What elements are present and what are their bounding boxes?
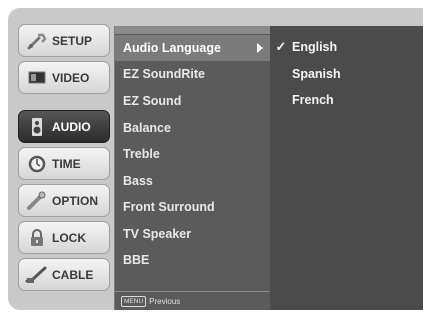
footer-previous-label: Previous xyxy=(149,296,181,306)
category-cable-button[interactable]: CABLE xyxy=(18,258,110,291)
submenu-item-balance[interactable]: Balance xyxy=(115,115,271,141)
submenu-item-treble[interactable]: Treble xyxy=(115,141,271,167)
category-option-button[interactable]: OPTION xyxy=(18,184,110,217)
category-cable-label: CABLE xyxy=(52,267,94,282)
submenu-item-label: BBE xyxy=(123,253,150,267)
monitor-icon xyxy=(25,68,49,88)
submenu-item-ez-sound[interactable]: EZ Sound xyxy=(115,88,271,114)
category-option-label: OPTION xyxy=(52,193,99,208)
submenu-item-label: Audio Language xyxy=(123,41,221,55)
submenu-item-bbe[interactable]: BBE xyxy=(115,247,271,273)
submenu-item-label: TV Speaker xyxy=(123,227,192,241)
submenu-item-label: EZ Sound xyxy=(123,94,182,108)
category-time-label: TIME xyxy=(52,156,81,171)
option-french[interactable]: French xyxy=(270,88,423,112)
submenu-divider xyxy=(115,291,271,292)
wrench-icon xyxy=(25,31,49,51)
option-spanish[interactable]: Spanish xyxy=(270,62,423,86)
category-lock-button[interactable]: LOCK xyxy=(18,221,110,254)
option-label: Spanish xyxy=(292,67,341,81)
option-english[interactable]: ✓ English xyxy=(270,35,423,59)
checkmark-icon: ✓ xyxy=(275,39,287,54)
cable-icon xyxy=(25,265,49,285)
submenu-item-label: Balance xyxy=(123,121,171,135)
option-icon xyxy=(25,191,49,211)
option-label: English xyxy=(292,40,338,54)
footer-hint: MENU Previous xyxy=(121,294,180,308)
arrow-right-icon xyxy=(257,43,263,53)
clock-icon xyxy=(25,154,49,174)
category-lock-label: LOCK xyxy=(52,230,86,245)
category-video-label: VIDEO xyxy=(52,70,90,85)
audio-submenu: Audio Language EZ SoundRite EZ Sound Bal… xyxy=(114,26,271,310)
lock-icon xyxy=(25,228,49,248)
submenu-item-bass[interactable]: Bass xyxy=(115,168,271,194)
submenu-item-audio-language[interactable]: Audio Language xyxy=(115,35,271,61)
category-setup-button[interactable]: SETUP xyxy=(18,24,110,57)
category-audio-button[interactable]: AUDIO xyxy=(18,110,110,143)
category-time-button[interactable]: TIME xyxy=(18,147,110,180)
submenu-item-label: EZ SoundRite xyxy=(123,67,205,81)
category-audio-label: AUDIO xyxy=(52,119,91,134)
submenu-item-ez-soundrite[interactable]: EZ SoundRite xyxy=(115,61,271,87)
category-sidebar: SETUP VIDEO AUDIO TIME OPTION LOCK CABLE xyxy=(18,24,112,305)
speaker-icon xyxy=(25,117,49,137)
submenu-item-tv-speaker[interactable]: TV Speaker xyxy=(115,221,271,247)
submenu-item-label: Treble xyxy=(123,147,160,161)
submenu-item-front-surround[interactable]: Front Surround xyxy=(115,194,271,220)
language-options-panel: ✓ English Spanish French xyxy=(270,26,423,310)
submenu-item-label: Front Surround xyxy=(123,200,215,214)
category-video-button[interactable]: VIDEO xyxy=(18,61,110,94)
option-label: French xyxy=(292,93,334,107)
submenu-item-label: Bass xyxy=(123,174,153,188)
submenu-top-bar xyxy=(115,26,271,34)
menu-key-icon: MENU xyxy=(121,295,147,307)
category-setup-label: SETUP xyxy=(52,33,93,48)
